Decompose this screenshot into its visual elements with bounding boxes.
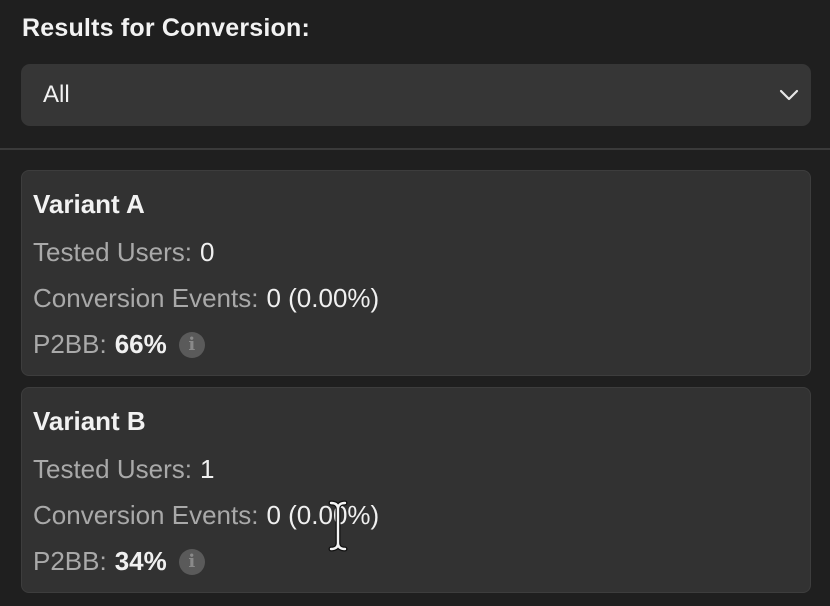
- tested-users-label: Tested Users:: [33, 237, 192, 267]
- results-title: Results for Conversion:: [22, 14, 310, 42]
- text-cursor-icon: [328, 500, 348, 552]
- p2bb-row: P2BB: 34% i: [33, 546, 205, 577]
- tested-users-row: Tested Users: 0: [33, 237, 214, 268]
- p2bb-value: 34%: [114, 546, 167, 576]
- conversion-events-value: 0 (0.00%): [266, 283, 380, 313]
- conversion-filter-select[interactable]: All: [21, 64, 811, 126]
- conversion-events-value: 0 (0.00%): [266, 500, 380, 530]
- tested-users-value: 0: [199, 237, 215, 267]
- tested-users-value: 1: [199, 454, 215, 484]
- variant-card-b: Variant B Tested Users: 1 Conversion Eve…: [21, 387, 811, 593]
- conversion-events-row: Conversion Events: 0 (0.00%): [33, 283, 379, 314]
- conversion-events-label: Conversion Events:: [33, 500, 259, 530]
- info-icon[interactable]: i: [178, 548, 205, 575]
- info-icon[interactable]: i: [178, 331, 205, 358]
- variant-card-a: Variant A Tested Users: 0 Conversion Eve…: [21, 170, 811, 376]
- tested-users-label: Tested Users:: [33, 454, 192, 484]
- chevron-down-icon: [779, 89, 799, 101]
- tested-users-row: Tested Users: 1: [33, 454, 214, 485]
- variant-title: Variant B: [33, 406, 146, 436]
- divider: [0, 148, 830, 150]
- p2bb-label: P2BB:: [33, 329, 107, 359]
- p2bb-row: P2BB: 66% i: [33, 329, 205, 360]
- results-panel: Results for Conversion: All Variant A Te…: [0, 0, 830, 606]
- variant-title: Variant A: [33, 189, 145, 219]
- p2bb-label: P2BB:: [33, 546, 107, 576]
- p2bb-value: 66%: [114, 329, 167, 359]
- filter-selected-value: All: [43, 81, 70, 108]
- conversion-events-label: Conversion Events:: [33, 283, 259, 313]
